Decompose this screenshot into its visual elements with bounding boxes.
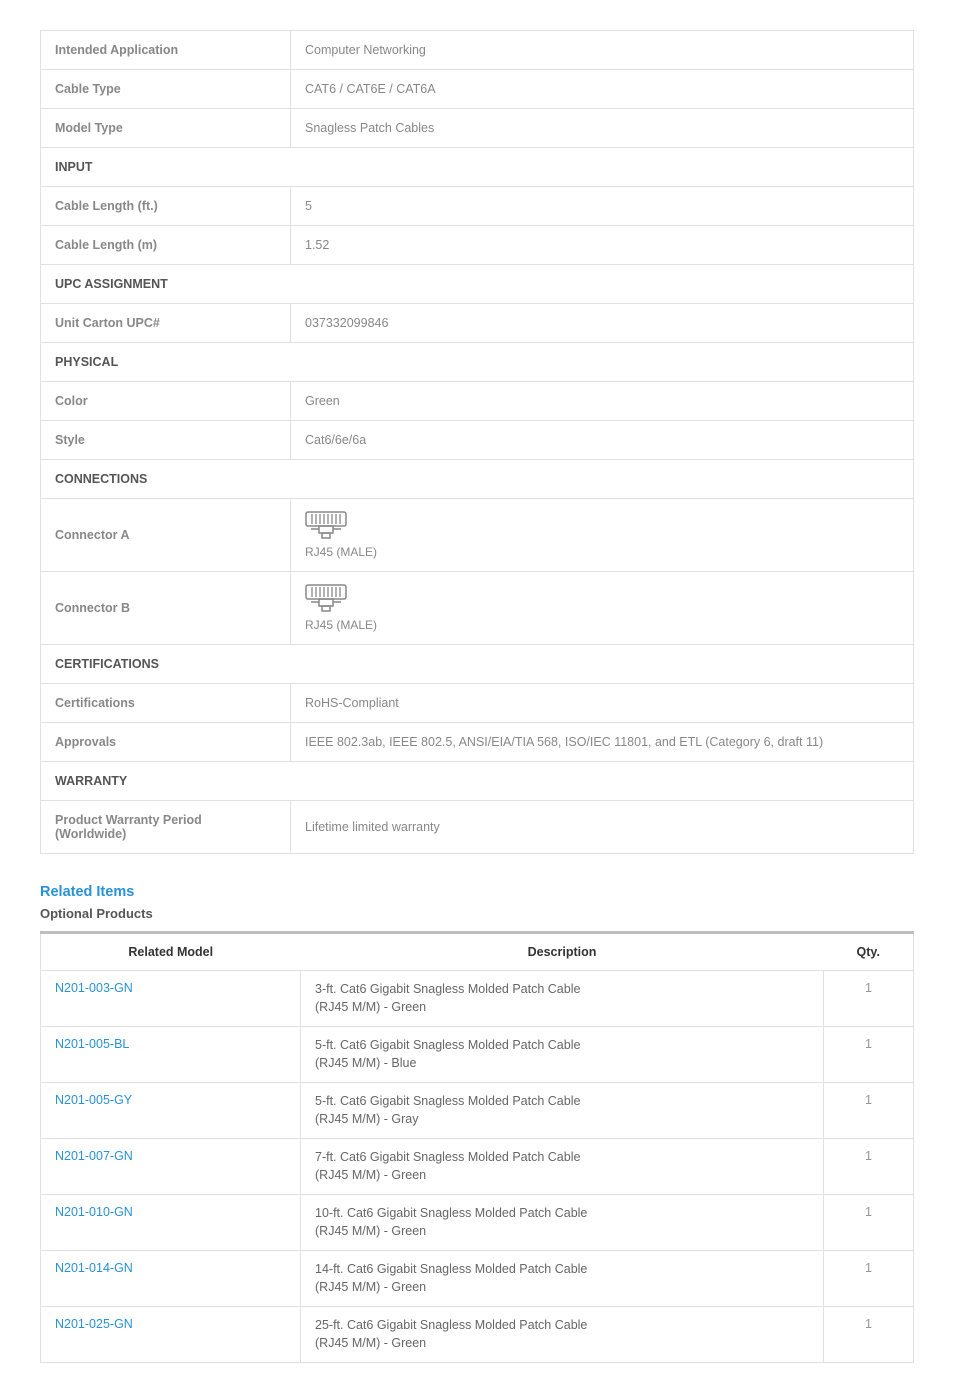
related-model-link[interactable]: N201-014-GN [55, 1261, 133, 1275]
related-model-link[interactable]: N201-005-BL [55, 1037, 129, 1051]
spec-row-label: Connector B [41, 572, 291, 645]
spec-section-header: PHYSICAL [41, 343, 913, 382]
spec-row-label: Intended Application [41, 31, 291, 70]
related-model-cell: N201-005-GY [41, 1083, 301, 1139]
related-qty: 1 [824, 971, 914, 1027]
spec-row-value: Green [291, 382, 913, 421]
specifications-table: Intended ApplicationComputer NetworkingC… [40, 30, 914, 854]
spec-row-label: Style [41, 421, 291, 460]
connector-label: RJ45 (MALE) [305, 618, 377, 632]
table-row: N201-007-GN 7-ft. Cat6 Gigabit Snagless M… [41, 1139, 914, 1195]
optional-products-heading: Optional Products [40, 906, 914, 921]
related-model-cell: N201-003-GN [41, 971, 301, 1027]
related-description: 7-ft. Cat6 Gigabit Snagless Molded Patch… [301, 1139, 824, 1195]
spec-row-value: Cat6/6e/6a [291, 421, 913, 460]
spec-section-header: UPC ASSIGNMENT [41, 265, 913, 304]
table-row: N201-003-GN 3-ft. Cat6 Gigabit Snagless M… [41, 971, 914, 1027]
spec-section-header: INPUT [41, 148, 913, 187]
spec-section-header: CERTIFICATIONS [41, 645, 913, 684]
table-row: N201-010-GN 10-ft. Cat6 Gigabit Snagless … [41, 1195, 914, 1251]
spec-row-value: 5 [291, 187, 913, 226]
spec-row-value: RJ45 (MALE) [291, 572, 913, 645]
spec-row-label: Cable Type [41, 70, 291, 109]
related-model-cell: N201-025-GN [41, 1307, 301, 1363]
spec-row-value: RoHS-Compliant [291, 684, 913, 723]
table-row: N201-005-BL 5-ft. Cat6 Gigabit Snagless M… [41, 1027, 914, 1083]
spec-row-value: RJ45 (MALE) [291, 499, 913, 572]
related-description: 3-ft. Cat6 Gigabit Snagless Molded Patch… [301, 971, 824, 1027]
related-products-table: Related Model Description Qty. N201-003-… [40, 931, 914, 1363]
rj45-icon [305, 511, 347, 541]
related-model-link[interactable]: N201-025-GN [55, 1317, 133, 1331]
related-model-link[interactable]: N201-005-GY [55, 1093, 132, 1107]
spec-row-value: 1.52 [291, 226, 913, 265]
rj45-icon [305, 584, 347, 614]
spec-row-label: Certifications [41, 684, 291, 723]
spec-row-label: Model Type [41, 109, 291, 148]
related-model-cell: N201-014-GN [41, 1251, 301, 1307]
related-model-link[interactable]: N201-003-GN [55, 981, 133, 995]
spec-row-label: Cable Length (m) [41, 226, 291, 265]
related-qty: 1 [824, 1251, 914, 1307]
related-model-link[interactable]: N201-010-GN [55, 1205, 133, 1219]
table-row: N201-025-GN 25-ft. Cat6 Gigabit Snagless … [41, 1307, 914, 1363]
spec-row-label: Connector A [41, 499, 291, 572]
related-description: 5-ft. Cat6 Gigabit Snagless Molded Patch… [301, 1027, 824, 1083]
spec-row-label: Approvals [41, 723, 291, 762]
related-model-cell: N201-010-GN [41, 1195, 301, 1251]
related-qty: 1 [824, 1027, 914, 1083]
related-model-link[interactable]: N201-007-GN [55, 1149, 133, 1163]
spec-row-label: Color [41, 382, 291, 421]
table-row: N201-005-GY 5-ft. Cat6 Gigabit Snagless M… [41, 1083, 914, 1139]
spec-row-value: CAT6 / CAT6E / CAT6A [291, 70, 913, 109]
spec-row-value: IEEE 802.3ab, IEEE 802.5, ANSI/EIA/TIA 5… [291, 723, 913, 762]
spec-row-value: 037332099846 [291, 304, 913, 343]
column-header-description: Description [301, 933, 824, 971]
spec-row-label: Cable Length (ft.) [41, 187, 291, 226]
connector-label: RJ45 (MALE) [305, 545, 377, 559]
related-description: 10-ft. Cat6 Gigabit Snagless Molded Patc… [301, 1195, 824, 1251]
spec-row-label: Product Warranty Period (Worldwide) [41, 801, 291, 853]
related-description: 5-ft. Cat6 Gigabit Snagless Molded Patch… [301, 1083, 824, 1139]
spec-row-label: Unit Carton UPC# [41, 304, 291, 343]
column-header-model: Related Model [41, 933, 301, 971]
related-qty: 1 [824, 1307, 914, 1363]
table-row: N201-014-GN 14-ft. Cat6 Gigabit Snagless … [41, 1251, 914, 1307]
spec-section-header: CONNECTIONS [41, 460, 913, 499]
related-description: 14-ft. Cat6 Gigabit Snagless Molded Patc… [301, 1251, 824, 1307]
related-qty: 1 [824, 1083, 914, 1139]
spec-row-value: Lifetime limited warranty [291, 801, 913, 853]
related-items-heading: Related Items [40, 884, 914, 900]
column-header-qty: Qty. [824, 933, 914, 971]
related-model-cell: N201-005-BL [41, 1027, 301, 1083]
spec-section-header: WARRANTY [41, 762, 913, 801]
spec-row-value: Snagless Patch Cables [291, 109, 913, 148]
related-model-cell: N201-007-GN [41, 1139, 301, 1195]
related-description: 25-ft. Cat6 Gigabit Snagless Molded Patc… [301, 1307, 824, 1363]
related-qty: 1 [824, 1195, 914, 1251]
related-qty: 1 [824, 1139, 914, 1195]
spec-row-value: Computer Networking [291, 31, 913, 70]
